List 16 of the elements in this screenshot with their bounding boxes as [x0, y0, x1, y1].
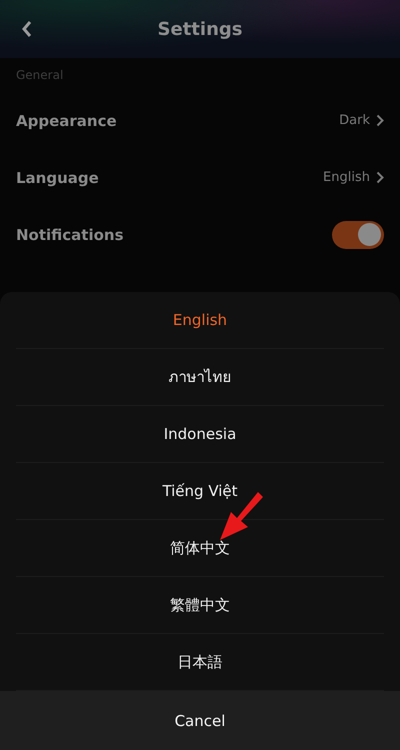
back-icon[interactable]	[21, 20, 33, 38]
language-option[interactable]: ภาษาไทย	[16, 349, 384, 406]
chevron-right-icon	[376, 171, 384, 184]
section-heading: General	[16, 68, 64, 82]
language-option[interactable]: 繁體中文	[16, 577, 384, 634]
page-title: Settings	[158, 18, 242, 40]
setting-value: Dark	[339, 113, 370, 128]
setting-label: Appearance	[16, 112, 117, 130]
setting-value: English	[323, 170, 370, 185]
setting-label: Language	[16, 168, 99, 186]
chevron-right-icon	[376, 114, 384, 127]
language-option[interactable]: Indonesia	[16, 406, 384, 463]
language-option[interactable]: English	[16, 292, 384, 349]
cancel-button[interactable]: Cancel	[0, 691, 400, 750]
toggle-switch[interactable]	[332, 220, 384, 248]
setting-label: Notifications	[16, 226, 124, 244]
